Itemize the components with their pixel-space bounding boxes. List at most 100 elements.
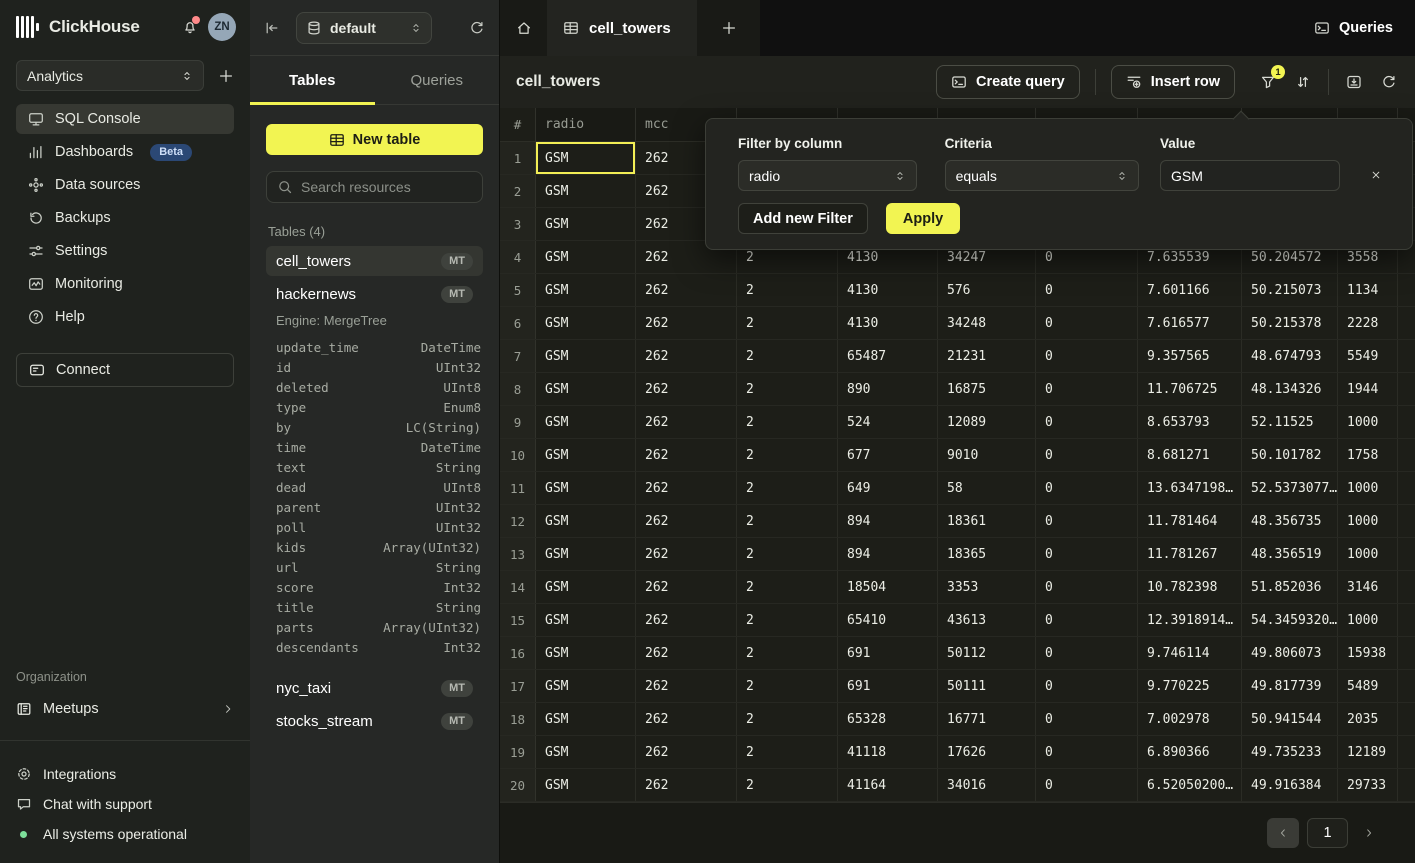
download-button[interactable] bbox=[1344, 72, 1364, 92]
filter-value-input[interactable] bbox=[1160, 160, 1340, 191]
table-cell[interactable]: 262 bbox=[636, 373, 737, 405]
table-cell[interactable]: 262 bbox=[636, 736, 737, 768]
table-cell[interactable]: 262 bbox=[636, 274, 737, 306]
table-cell[interactable]: 0 bbox=[1036, 571, 1138, 603]
table-cell[interactable]: 9.770225 bbox=[1138, 670, 1242, 702]
table-list-item-cell-towers[interactable]: cell_towersMT bbox=[266, 246, 483, 276]
table-cell[interactable]: 262 bbox=[636, 703, 737, 735]
table-cell[interactable]: 50.101782 bbox=[1242, 439, 1338, 471]
apply-filter-button[interactable]: Apply bbox=[886, 203, 960, 234]
add-new-filter-button[interactable]: Add new Filter bbox=[738, 203, 868, 234]
workspace-select[interactable]: Analytics bbox=[16, 60, 204, 91]
refresh-database-icon[interactable] bbox=[469, 20, 485, 36]
table-cell[interactable]: 894 bbox=[838, 505, 938, 537]
table-cell[interactable]: 7.616577 bbox=[1138, 307, 1242, 339]
table-cell[interactable]: 0 bbox=[1036, 538, 1138, 570]
table-cell[interactable]: 2 bbox=[737, 769, 838, 801]
table-cell[interactable]: 12189 bbox=[1338, 736, 1398, 768]
table-cell[interactable]: 691 bbox=[838, 670, 938, 702]
table-cell[interactable]: 16875 bbox=[938, 373, 1036, 405]
table-cell[interactable]: 262 bbox=[636, 340, 737, 372]
table-list-item-nyc-taxi[interactable]: nyc_taxiMT bbox=[266, 673, 483, 703]
database-select[interactable]: default bbox=[296, 12, 432, 44]
table-cell[interactable]: 9.357565 bbox=[1138, 340, 1242, 372]
table-cell[interactable]: 2 bbox=[737, 340, 838, 372]
table-cell[interactable]: 524 bbox=[838, 406, 938, 438]
table-cell[interactable]: 49.806073 bbox=[1242, 637, 1338, 669]
table-cell[interactable]: 0 bbox=[1036, 340, 1138, 372]
table-cell[interactable]: 0 bbox=[1036, 703, 1138, 735]
table-cell[interactable]: 50.215378 bbox=[1242, 307, 1338, 339]
table-cell[interactable]: 12089 bbox=[938, 406, 1036, 438]
table-cell[interactable]: 49.916384 bbox=[1242, 769, 1338, 801]
table-cell[interactable]: 34248 bbox=[938, 307, 1036, 339]
previous-page-button[interactable] bbox=[1267, 818, 1299, 848]
table-cell[interactable]: 894 bbox=[838, 538, 938, 570]
table-cell[interactable]: 18504 bbox=[838, 571, 938, 603]
table-cell[interactable]: 262 bbox=[636, 670, 737, 702]
table-cell[interactable]: 1000 bbox=[1338, 406, 1398, 438]
column-header-radio[interactable]: radio bbox=[536, 108, 636, 141]
search-input[interactable] bbox=[301, 179, 472, 195]
queries-button[interactable]: Queries bbox=[1314, 20, 1393, 36]
table-cell[interactable]: GSM bbox=[536, 142, 636, 174]
table-cell[interactable]: 16771 bbox=[938, 703, 1036, 735]
filter-criteria-select[interactable]: equals bbox=[945, 160, 1139, 191]
table-cell[interactable]: 41118 bbox=[838, 736, 938, 768]
table-cell[interactable]: 10.782398 bbox=[1138, 571, 1242, 603]
table-cell[interactable]: 11.706725 bbox=[1138, 373, 1242, 405]
sidebar-item-settings[interactable]: Settings bbox=[16, 236, 234, 266]
table-cell[interactable]: 677 bbox=[838, 439, 938, 471]
sidebar-item-all-systems-operational[interactable]: All systems operational bbox=[0, 819, 250, 849]
table-cell[interactable]: 0 bbox=[1036, 307, 1138, 339]
table-cell[interactable]: GSM bbox=[536, 505, 636, 537]
table-cell[interactable]: 49.735233 bbox=[1242, 736, 1338, 768]
home-tab[interactable] bbox=[500, 0, 547, 56]
table-cell[interactable]: 0 bbox=[1036, 769, 1138, 801]
table-cell[interactable]: 0 bbox=[1036, 604, 1138, 636]
table-cell[interactable]: GSM bbox=[536, 670, 636, 702]
table-cell[interactable]: GSM bbox=[536, 307, 636, 339]
sidebar-item-backups[interactable]: Backups bbox=[16, 203, 234, 233]
table-cell[interactable]: GSM bbox=[536, 571, 636, 603]
table-cell[interactable]: 2 bbox=[737, 703, 838, 735]
connect-button[interactable]: Connect bbox=[16, 353, 234, 387]
table-cell[interactable]: GSM bbox=[536, 637, 636, 669]
table-cell[interactable]: GSM bbox=[536, 604, 636, 636]
table-cell[interactable]: 262 bbox=[636, 505, 737, 537]
table-cell[interactable]: GSM bbox=[536, 736, 636, 768]
table-cell[interactable]: 50112 bbox=[938, 637, 1036, 669]
table-cell[interactable]: 9010 bbox=[938, 439, 1036, 471]
table-cell[interactable]: 3353 bbox=[938, 571, 1036, 603]
table-cell[interactable]: GSM bbox=[536, 175, 636, 207]
table-cell[interactable]: 48.674793 bbox=[1242, 340, 1338, 372]
table-cell[interactable]: 2 bbox=[737, 274, 838, 306]
table-cell[interactable]: 65328 bbox=[838, 703, 938, 735]
table-cell[interactable]: 52.11525 bbox=[1242, 406, 1338, 438]
table-cell[interactable]: 262 bbox=[636, 571, 737, 603]
table-cell[interactable]: 0 bbox=[1036, 736, 1138, 768]
table-cell[interactable]: 262 bbox=[636, 538, 737, 570]
table-cell[interactable]: 50.941544 bbox=[1242, 703, 1338, 735]
tab-tables[interactable]: Tables bbox=[250, 56, 375, 104]
table-cell[interactable]: 11.781267 bbox=[1138, 538, 1242, 570]
table-cell[interactable]: 576 bbox=[938, 274, 1036, 306]
table-list-item-stocks-stream[interactable]: stocks_streamMT bbox=[266, 706, 483, 736]
tab-queries[interactable]: Queries bbox=[375, 56, 500, 104]
table-cell[interactable]: 17626 bbox=[938, 736, 1036, 768]
table-cell[interactable]: 2 bbox=[737, 472, 838, 504]
table-cell[interactable]: 50.215073 bbox=[1242, 274, 1338, 306]
table-cell[interactable]: 15938 bbox=[1338, 637, 1398, 669]
table-cell[interactable]: 3146 bbox=[1338, 571, 1398, 603]
table-cell[interactable]: 2 bbox=[737, 571, 838, 603]
table-cell[interactable]: 7.002978 bbox=[1138, 703, 1242, 735]
table-cell[interactable]: 58 bbox=[938, 472, 1036, 504]
table-cell[interactable]: 2 bbox=[737, 439, 838, 471]
table-cell[interactable]: 4130 bbox=[838, 274, 938, 306]
table-cell[interactable]: 1758 bbox=[1338, 439, 1398, 471]
table-cell[interactable]: 6.890366 bbox=[1138, 736, 1242, 768]
table-cell[interactable]: 21231 bbox=[938, 340, 1036, 372]
table-cell[interactable]: GSM bbox=[536, 340, 636, 372]
new-tab-button[interactable] bbox=[697, 0, 760, 56]
refresh-table-button[interactable] bbox=[1379, 72, 1399, 92]
